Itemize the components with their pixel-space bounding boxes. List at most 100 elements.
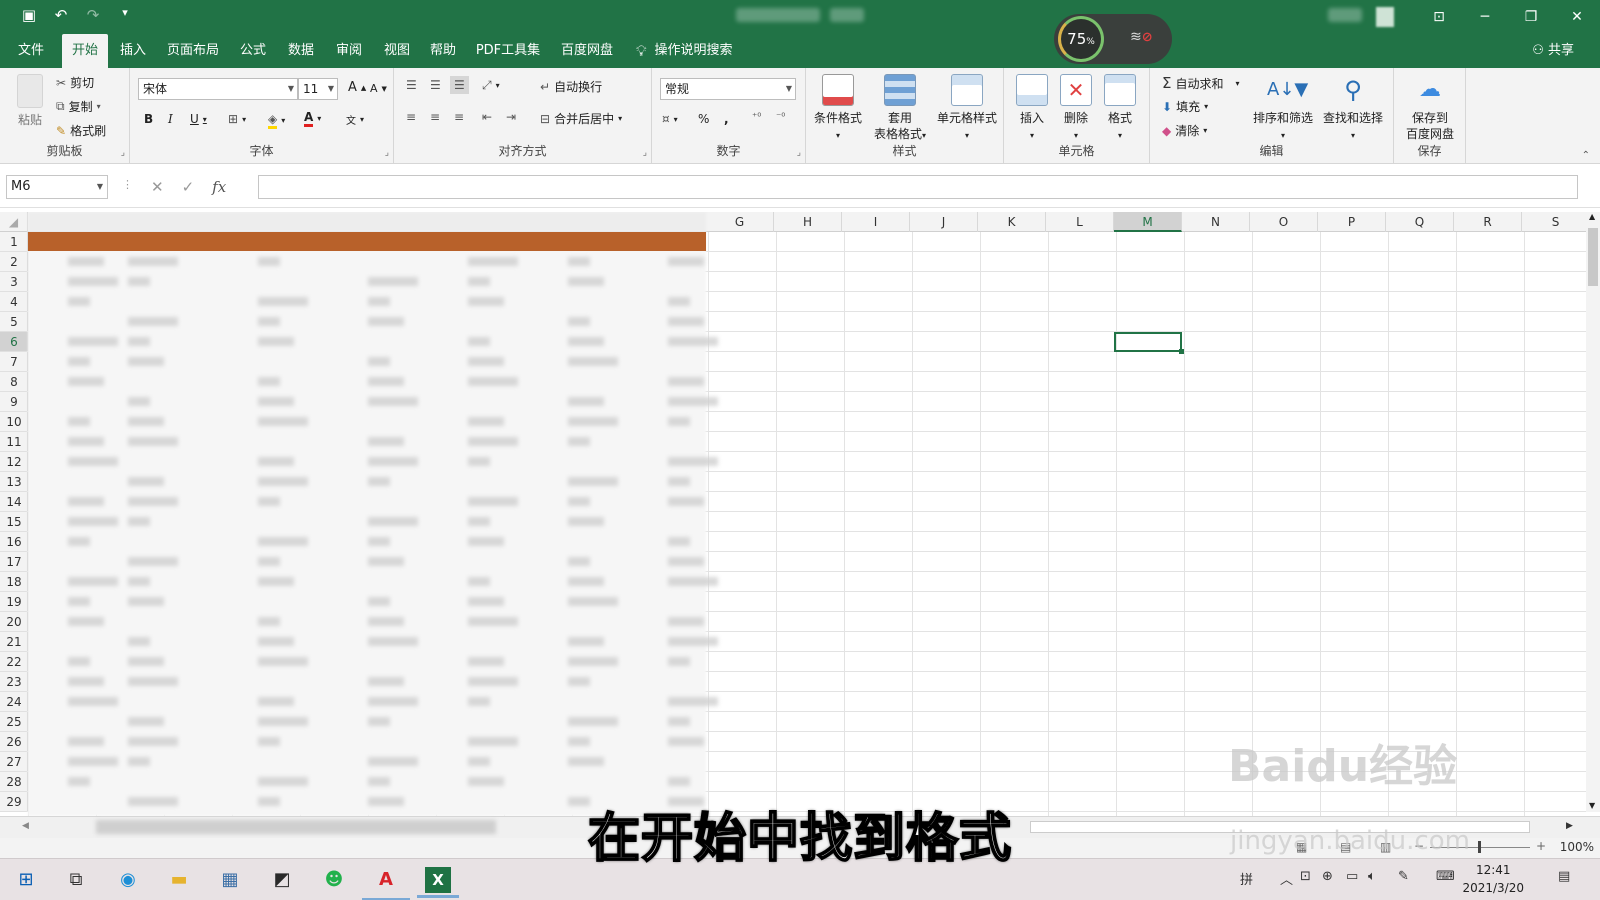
- format-painter-button[interactable]: ✎ 格式刷: [56, 122, 106, 139]
- italic-button[interactable]: I: [168, 112, 173, 126]
- format-cells-button[interactable]: 格式 ▾: [1100, 74, 1140, 144]
- column-header-q[interactable]: Q: [1386, 212, 1454, 232]
- restore-icon[interactable]: ❐: [1508, 0, 1554, 34]
- tab-formulas[interactable]: 公式: [234, 34, 272, 68]
- vertical-scrollbar[interactable]: ▲ ▼: [1586, 212, 1600, 812]
- bold-button[interactable]: B: [144, 112, 153, 126]
- row-header-12[interactable]: 12: [0, 452, 28, 472]
- find-select-button[interactable]: ⚲ 查找和选择 ▾: [1320, 74, 1386, 144]
- column-header-r[interactable]: R: [1454, 212, 1522, 232]
- column-header-k[interactable]: K: [978, 212, 1046, 232]
- decrease-decimal-button[interactable]: ⁻⁰: [776, 112, 785, 123]
- align-center-button[interactable]: ≡: [430, 110, 440, 124]
- font-color-button[interactable]: A ▾: [304, 110, 321, 127]
- show-hidden-icons[interactable]: ︿: [1280, 869, 1293, 888]
- tab-file[interactable]: 文件: [12, 34, 50, 68]
- save-icon[interactable]: ▣: [18, 6, 40, 24]
- touch-keyboard-icon[interactable]: ⌨: [1436, 869, 1455, 884]
- save-to-baidu-button[interactable]: ☁ 保存到 百度网盘: [1398, 74, 1462, 142]
- tab-home[interactable]: 开始: [62, 34, 108, 68]
- undo-icon[interactable]: ↶: [50, 6, 72, 24]
- row-header-14[interactable]: 14: [0, 492, 28, 512]
- borders-button[interactable]: ⊞ ▾: [228, 112, 246, 126]
- row-header-26[interactable]: 26: [0, 732, 28, 752]
- align-left-button[interactable]: ≡: [406, 110, 416, 124]
- align-middle-button[interactable]: ☰: [430, 78, 441, 92]
- copy-button[interactable]: ⧉ 复制 ▾: [56, 98, 101, 115]
- tell-me-search[interactable]: 💡︎ 操作说明搜索: [636, 34, 733, 68]
- tab-insert[interactable]: 插入: [114, 34, 152, 68]
- row-header-20[interactable]: 20: [0, 612, 28, 632]
- orientation-button[interactable]: ⤢ ▾: [482, 78, 500, 93]
- row-header-11[interactable]: 11: [0, 432, 28, 452]
- close-icon[interactable]: ✕: [1554, 0, 1600, 34]
- row-header-24[interactable]: 24: [0, 692, 28, 712]
- sort-filter-button[interactable]: A↓▼ 排序和筛选 ▾: [1250, 74, 1316, 144]
- row-header-10[interactable]: 10: [0, 412, 28, 432]
- row-header-5[interactable]: 5: [0, 312, 28, 332]
- column-header-s[interactable]: S: [1522, 212, 1586, 232]
- row-header-1[interactable]: 1: [0, 232, 28, 252]
- name-box[interactable]: M6 ▼: [6, 175, 108, 199]
- percent-button[interactable]: %: [698, 112, 709, 126]
- collapse-ribbon-icon[interactable]: ⌃: [1582, 150, 1590, 161]
- paste-button[interactable]: 粘贴: [10, 74, 50, 128]
- insert-function-button[interactable]: fx: [212, 178, 226, 196]
- select-all-corner[interactable]: ◢: [0, 212, 28, 232]
- column-header-l[interactable]: L: [1046, 212, 1114, 232]
- globe-icon[interactable]: ⊕: [1322, 869, 1333, 884]
- column-header-i[interactable]: I: [842, 212, 910, 232]
- grow-font-button[interactable]: A ▲: [348, 80, 366, 95]
- cell-styles-button[interactable]: 单元格样式 ▾: [934, 74, 1000, 144]
- align-top-button[interactable]: ☰: [406, 78, 417, 92]
- share-button[interactable]: ⚇ 共享: [1532, 34, 1574, 68]
- tab-page-layout[interactable]: 页面布局: [162, 34, 224, 68]
- minimize-icon[interactable]: ─: [1462, 0, 1508, 34]
- row-header-25[interactable]: 25: [0, 712, 28, 732]
- number-format-select[interactable]: 常规 ▼: [660, 78, 796, 100]
- clear-button[interactable]: ◆ 清除 ▾: [1162, 122, 1207, 139]
- column-header-j[interactable]: J: [910, 212, 978, 232]
- increase-indent-button[interactable]: ⇥: [506, 110, 516, 124]
- accounting-format-button[interactable]: ¤ ▾: [662, 112, 678, 126]
- enter-icon[interactable]: ✓: [182, 178, 195, 196]
- row-header-2[interactable]: 2: [0, 252, 28, 272]
- row-header-3[interactable]: 3: [0, 272, 28, 292]
- row-header-19[interactable]: 19: [0, 592, 28, 612]
- row-header-6[interactable]: 6: [0, 332, 28, 352]
- ribbon-display-icon[interactable]: ⊡: [1416, 0, 1462, 34]
- network-adapter-icon[interactable]: ⊡: [1300, 869, 1311, 884]
- comma-button[interactable]: ,: [724, 112, 729, 126]
- wrap-text-button[interactable]: ↵ 自动换行: [540, 78, 602, 95]
- redo-icon[interactable]: ↷: [82, 6, 104, 24]
- tab-review[interactable]: 审阅: [330, 34, 368, 68]
- row-header-18[interactable]: 18: [0, 572, 28, 592]
- autosum-button[interactable]: Σ 自动求和 ▾: [1162, 74, 1240, 92]
- tab-data[interactable]: 数据: [282, 34, 320, 68]
- formula-input[interactable]: [258, 175, 1578, 199]
- decrease-indent-button[interactable]: ⇤: [482, 110, 492, 124]
- column-header-h[interactable]: H: [774, 212, 842, 232]
- dialog-launcher-icon[interactable]: ⌟: [121, 148, 125, 158]
- format-as-table-button[interactable]: 套用 表格格式▾: [868, 74, 932, 144]
- column-header-p[interactable]: P: [1318, 212, 1386, 232]
- font-size-select[interactable]: 11 ▼: [298, 78, 338, 100]
- pen-icon[interactable]: ✎: [1398, 869, 1409, 884]
- row-header-13[interactable]: 13: [0, 472, 28, 492]
- increase-decimal-button[interactable]: ⁺⁰: [752, 112, 761, 123]
- tab-baidu-netdisk[interactable]: 百度网盘: [556, 34, 618, 68]
- font-name-select[interactable]: 宋体 ▼: [138, 78, 298, 100]
- row-header-17[interactable]: 17: [0, 552, 28, 572]
- cancel-icon[interactable]: ✕: [151, 178, 164, 196]
- conditional-formatting-button[interactable]: 条件格式 ▾: [812, 74, 864, 144]
- ime-indicator[interactable]: 拼: [1240, 869, 1253, 888]
- row-header-9[interactable]: 9: [0, 392, 28, 412]
- row-header-28[interactable]: 28: [0, 772, 28, 792]
- column-header-o[interactable]: O: [1250, 212, 1318, 232]
- fill-handle[interactable]: [1179, 349, 1184, 354]
- fill-color-button[interactable]: ◈ ▾: [268, 112, 285, 129]
- battery-icon[interactable]: ▭: [1346, 869, 1358, 884]
- scroll-thumb[interactable]: [1588, 228, 1598, 286]
- column-header-n[interactable]: N: [1182, 212, 1250, 232]
- align-bottom-button[interactable]: ☰: [450, 76, 469, 94]
